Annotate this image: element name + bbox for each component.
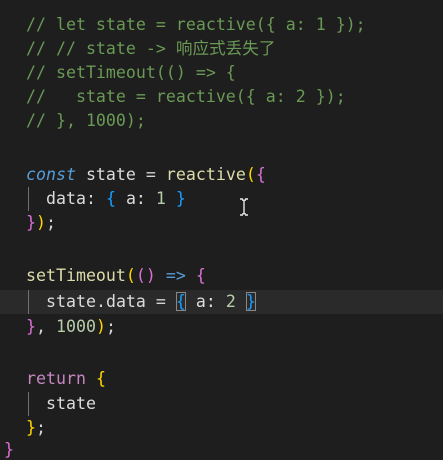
punctuation: : xyxy=(85,189,106,208)
bracket: { xyxy=(195,266,206,285)
current-line[interactable]: state.data = { a: 2 } xyxy=(0,290,443,314)
property-name: a: xyxy=(185,292,226,311)
number-literal: 1 xyxy=(155,189,166,208)
bracket: ( xyxy=(245,165,256,184)
function-name: reactive xyxy=(155,165,246,184)
code-text: }); xyxy=(26,211,56,235)
property-name: a: xyxy=(115,189,156,208)
arrow-operator: => xyxy=(155,266,196,285)
code-line[interactable]: const state = reactive({ xyxy=(0,163,443,187)
punctuation: ; xyxy=(46,213,56,232)
code-line[interactable]: // }, 1000); xyxy=(0,109,443,133)
comment-text: // // state -> 响应式丢失了 xyxy=(26,39,276,58)
identifier: state xyxy=(75,165,146,184)
indent-guide xyxy=(28,187,29,211)
code-text: setTimeout(() => { xyxy=(26,264,206,288)
bracket: } xyxy=(165,189,186,208)
bracket: } xyxy=(26,213,36,232)
indent-guide xyxy=(28,290,29,314)
code-line[interactable]: }, 1000); xyxy=(0,315,443,339)
punctuation: ; xyxy=(36,418,46,437)
comment-text: // let state = reactive({ a: 1 }); xyxy=(26,15,366,34)
operator: = xyxy=(145,165,156,184)
identifier: state xyxy=(46,394,96,413)
code-line[interactable]: }); xyxy=(0,211,443,235)
code-text: }; xyxy=(26,416,46,440)
bracket: ) xyxy=(36,213,46,232)
punctuation: ; xyxy=(105,317,116,336)
code-text: const state = reactive({ xyxy=(26,163,266,187)
bracket: { xyxy=(255,165,266,184)
keyword: const xyxy=(26,165,76,184)
indent-guide xyxy=(28,392,29,416)
comment-text: // state = reactive({ a: 2 }); xyxy=(26,87,346,106)
code-text: return { xyxy=(26,367,106,391)
number-literal: 1000 xyxy=(55,317,96,336)
bracket: ( xyxy=(125,266,136,285)
punctuation: . xyxy=(95,292,106,311)
code-text: state.data = { a: 2 } xyxy=(46,290,256,314)
code-text: data: { a: 1 } xyxy=(46,187,186,211)
property-name: data xyxy=(46,189,86,208)
number-literal: 2 xyxy=(225,292,236,311)
bracket: ) xyxy=(95,317,106,336)
closing-brace: } xyxy=(4,440,14,459)
identifier: state xyxy=(46,292,96,311)
bracket: } xyxy=(26,418,36,437)
code-line[interactable]: data: { a: 1 } xyxy=(0,187,443,211)
comment-text: // }, 1000); xyxy=(26,111,146,130)
bracket: } xyxy=(26,317,36,336)
bracket: () xyxy=(135,266,156,285)
code-line[interactable]: setTimeout(() => { xyxy=(0,264,443,288)
matched-bracket: } xyxy=(245,292,256,311)
code-text: }, 1000); xyxy=(26,315,116,339)
code-line[interactable]: // setTimeout(() => { xyxy=(0,61,443,85)
code-editor[interactable]: // let state = reactive({ a: 1 }); // //… xyxy=(0,0,443,460)
code-line[interactable]: // // state -> 响应式丢失了 xyxy=(0,37,443,61)
code-line[interactable]: return { xyxy=(0,367,443,391)
operator: = xyxy=(145,292,176,311)
code-line[interactable]: // let state = reactive({ a: 1 }); xyxy=(0,13,443,37)
punctuation: , xyxy=(36,317,56,336)
comment-text: // setTimeout(() => { xyxy=(26,63,236,82)
code-line[interactable]: }; xyxy=(0,416,443,440)
code-line[interactable]: state xyxy=(0,392,443,416)
keyword: return xyxy=(26,369,86,388)
code-line[interactable]: // state = reactive({ a: 2 }); xyxy=(0,85,443,109)
matched-bracket: { xyxy=(175,292,186,311)
function-name: setTimeout xyxy=(26,266,126,285)
bracket: { xyxy=(105,189,116,208)
bracket: { xyxy=(95,369,106,388)
text-cursor-icon xyxy=(238,198,250,216)
property-name: data xyxy=(105,292,146,311)
